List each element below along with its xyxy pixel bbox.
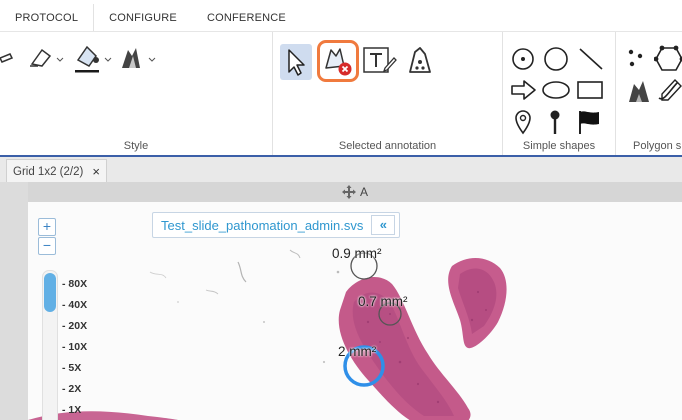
zoom-level-label[interactable]: 10X: [62, 337, 87, 358]
close-tab-icon[interactable]: ×: [92, 164, 100, 179]
move-icon[interactable]: [341, 185, 356, 199]
zoom-level-label[interactable]: 80X: [62, 274, 87, 295]
ribbon-group-label-simple-shapes: Simple shapes: [522, 140, 596, 152]
flag-icon[interactable]: [575, 108, 603, 136]
zoom-slider-fill[interactable]: [44, 273, 56, 312]
fill-color-icon[interactable]: [74, 42, 116, 74]
tab-protocol[interactable]: PROTOCOL: [0, 4, 95, 32]
background-debris: [149, 249, 340, 364]
annotation-label-2: 0.7 mm²: [358, 294, 408, 309]
ribbon-group-label-style: Style: [123, 140, 149, 152]
document-tabbar: Grid 1x2 (2/2) ×: [0, 157, 682, 183]
document-tab-grid[interactable]: Grid 1x2 (2/2) ×: [6, 159, 107, 183]
pen-icon[interactable]: [0, 46, 16, 72]
slide-name-box: Test_slide_pathomation_admin.svs «: [152, 212, 401, 238]
ribbon-group-label-selected-annotation: Selected annotation: [338, 140, 437, 152]
collapse-button[interactable]: «: [371, 215, 396, 235]
zoom-level-label[interactable]: 20X: [62, 316, 87, 337]
polygon-vertices-icon[interactable]: [654, 44, 682, 74]
location-pin-icon[interactable]: [511, 108, 535, 136]
delete-annotation-button[interactable]: [317, 40, 359, 82]
circle-icon[interactable]: [541, 46, 571, 72]
delete-annotation-icon: [325, 48, 352, 76]
zoom-slider[interactable]: [42, 270, 58, 420]
app-window: PROTOCOL CONFIGURE CONFERENCE Style Sele…: [0, 0, 682, 420]
menu-tabs: PROTOCOL CONFIGURE CONFERENCE: [0, 4, 301, 32]
edit-text-icon[interactable]: [361, 44, 397, 78]
tab-configure[interactable]: CONFIGURE: [94, 4, 192, 32]
dots-icon[interactable]: [626, 46, 646, 72]
select-arrow-icon[interactable]: [280, 44, 312, 80]
arrow-icon[interactable]: [510, 78, 538, 102]
zoom-level-label[interactable]: 40X: [62, 295, 87, 316]
freehand-polygon-icon[interactable]: [626, 76, 652, 106]
menu-tabbar: PROTOCOL CONFIGURE CONFERENCE: [0, 0, 682, 32]
zoom-out-button[interactable]: −: [38, 237, 56, 255]
rectangle-icon[interactable]: [575, 78, 605, 102]
viewer-label: A: [359, 185, 368, 199]
freehand-line-icon[interactable]: [656, 76, 682, 106]
line-color-icon[interactable]: [28, 44, 68, 72]
zoom-level-labels: 80X40X20X10X5X2X1X: [62, 274, 87, 420]
edit-polygon-icon[interactable]: [403, 44, 437, 78]
ribbon-group-selected-annotation: Selected annotation: [273, 32, 503, 156]
zoom-level-label[interactable]: 2X: [62, 379, 87, 400]
tab-conference[interactable]: CONFERENCE: [191, 4, 301, 32]
line-icon[interactable]: [577, 46, 605, 72]
annotation-label-3: 2 mm²: [338, 344, 377, 359]
document-tab-label: Grid 1x2 (2/2): [13, 165, 84, 178]
point-circle-icon[interactable]: [510, 46, 536, 72]
ribbon-group-label-polygon: Polygon s: [633, 140, 682, 152]
opacity-icon[interactable]: [118, 42, 160, 74]
slide-name[interactable]: Test_slide_pathomation_admin.svs: [157, 218, 367, 233]
ellipse-icon[interactable]: [541, 78, 571, 102]
zoom-in-button[interactable]: +: [38, 218, 56, 236]
ribbon-group-simple-shapes: Simple shapes: [503, 32, 616, 156]
push-pin-icon[interactable]: [543, 108, 567, 136]
ribbon: Style Selected annotation Simple shapes …: [0, 32, 682, 156]
slide-viewer[interactable]: 0.9 mm² 0.7 mm² 2 mm² + − Test_slide_pat…: [28, 202, 682, 420]
ribbon-group-polygon: Polygon s: [616, 32, 682, 156]
annotation-label-1: 0.9 mm²: [332, 246, 382, 261]
zoom-level-label[interactable]: 5X: [62, 358, 87, 379]
viewer-header[interactable]: A: [28, 182, 682, 202]
ribbon-group-style: Style: [0, 32, 273, 156]
zoom-level-label[interactable]: 1X: [62, 400, 87, 420]
